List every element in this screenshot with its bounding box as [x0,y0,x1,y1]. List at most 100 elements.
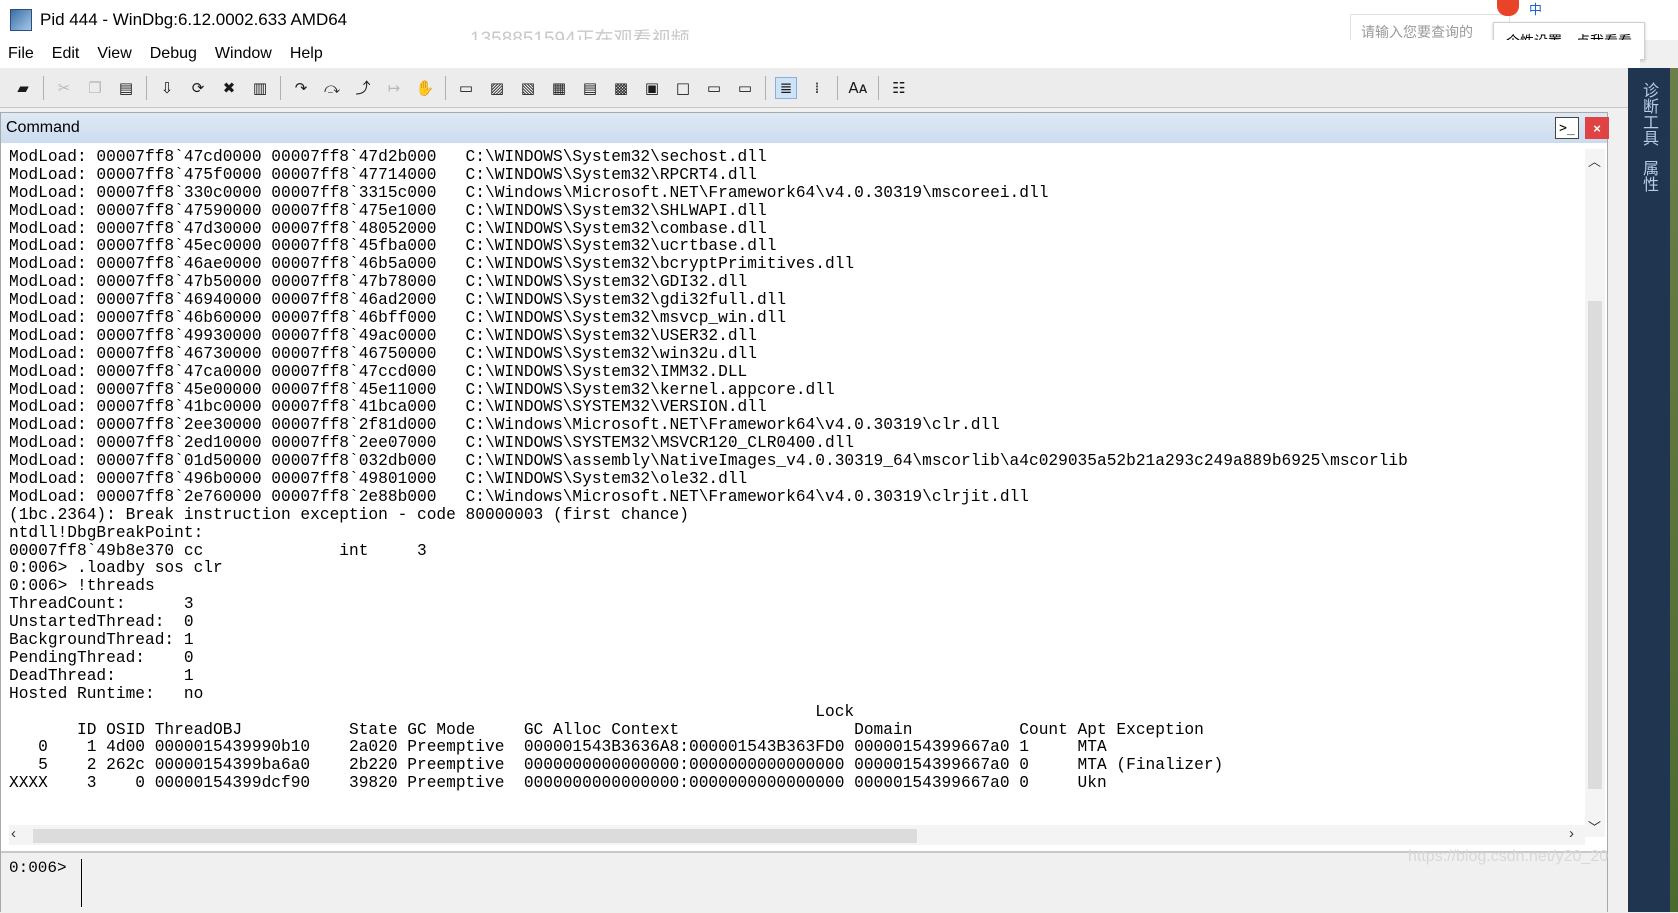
command-input-area: 0:006> [1,851,1607,913]
hex-display-icon[interactable]: ⁞ [806,77,828,99]
toolbar-separator [837,75,838,100]
ime-toolbar[interactable]: 中 [1497,0,1678,18]
font-icon[interactable]: Aᴀ [847,77,869,99]
scroll-up-icon[interactable]: ︿ [1588,151,1601,170]
command-window-icon[interactable]: ▭ [455,77,477,99]
output-line: ModLoad: 00007ff8`45e00000 00007ff8`45e1… [9,380,835,399]
scroll-down-icon[interactable]: ﹀ [1588,817,1601,836]
terminal-icon[interactable]: >_ [1555,117,1579,139]
disassembly-window-icon[interactable]: ▣ [641,77,663,99]
scroll-left-icon[interactable]: ‹ [11,825,16,842]
windbg-app-icon [10,9,32,31]
output-line: ModLoad: 00007ff8`496b0000 00007ff8`4980… [9,470,748,489]
registers-window-icon[interactable]: ▦ [548,77,570,99]
output-line: Hosted Runtime: no [9,684,204,703]
command-window: Command >_ × ModLoad: 00007ff8`47cd0000 … [0,112,1609,913]
command-output: ModLoad: 00007ff8`47cd0000 00007ff8`47d2… [9,149,1584,837]
output-line: UnstartedThread: 0 [9,613,194,632]
menu-window[interactable]: Window [215,45,272,63]
close-icon[interactable]: × [1585,117,1609,139]
properties-tab[interactable]: 属性 [1636,160,1660,192]
right-tool-strip: 诊断工具 属性 [1628,68,1670,912]
source-mode-icon[interactable]: ▭ [734,77,756,99]
output-line: XXXX 3 0 00000154399dcf90 39820 Preempti… [9,774,1107,793]
output-line: ModLoad: 00007ff8`47590000 00007ff8`475e… [9,201,767,220]
menu-view[interactable]: View [97,45,131,63]
output-line: ModLoad: 00007ff8`45ec0000 00007ff8`45fb… [9,237,777,256]
step-into-icon[interactable]: ↷ [290,77,312,99]
break-icon[interactable]: ▥ [249,77,271,99]
output-line: ThreadCount: 3 [9,595,194,614]
menu-debug[interactable]: Debug [150,45,197,63]
breakpoint-hand-icon[interactable]: ✋ [414,77,436,99]
memory-window-icon[interactable]: ▤ [579,77,601,99]
diagnostic-tools-tab[interactable]: 诊断工具 [1636,82,1660,146]
output-line: ModLoad: 00007ff8`46730000 00007ff8`4675… [9,344,757,363]
output-line: ModLoad: 00007ff8`2ed10000 00007ff8`2ee0… [9,434,855,453]
output-line: ModLoad: 00007ff8`46940000 00007ff8`46ad… [9,291,787,310]
output-line: ModLoad: 00007ff8`49930000 00007ff8`49ac… [9,326,757,345]
horizontal-scrollbar[interactable]: ‹ › [9,825,1585,845]
output-line: ID OSID ThreadOBJ State GC Mode GC Alloc… [9,720,1204,739]
cut-icon[interactable]: ✂ [53,77,75,99]
vertical-scrollbar[interactable]: ︿ ﹀ [1585,149,1605,837]
output-line: 5 2 262c 00000154399ba6a0 2b220 Preempti… [9,756,1224,775]
vertical-scroll-thumb[interactable] [1588,301,1602,789]
toolbar-separator [146,75,147,100]
menu-help[interactable]: Help [290,45,323,63]
output-line: (1bc.2364): Break instruction exception … [9,505,689,524]
output-line: 00007ff8`49b8e370 cc int 3 [9,541,427,560]
stop-debugging-icon[interactable]: ✖ [218,77,240,99]
output-line: ModLoad: 00007ff8`2ee30000 00007ff8`2f81… [9,416,1000,435]
command-window-header: Command >_ × [1,113,1609,143]
menu-file[interactable]: File [8,45,34,63]
call-stack-window-icon[interactable]: ▩ [610,77,632,99]
ime-mode-label[interactable]: 中 [1529,0,1542,18]
output-line: PendingThread: 0 [9,648,194,667]
step-out-icon[interactable]: ⤴ [352,77,374,99]
paste-icon[interactable]: ▤ [115,77,137,99]
toolbar-separator [445,75,446,100]
step-over-icon[interactable]: ⤼ [321,77,343,99]
command-prompt: 0:006> [9,859,67,877]
toolbar-separator [43,75,44,100]
output-line: 0 1 4d00 0000015439990b10 2a020 Preempti… [9,738,1107,757]
options-icon[interactable]: ☷ [888,77,910,99]
blog-watermark: https://blog.csdn.net/y20_20 [1408,848,1609,865]
output-line: ModLoad: 00007ff8`41bc0000 00007ff8`41bc… [9,398,767,417]
output-line: ModLoad: 00007ff8`47ca0000 00007ff8`47cc… [9,362,748,381]
source-mode-toggle-icon[interactable]: ≣ [775,76,797,99]
window-title: Pid 444 - WinDbg:6.12.0002.633 AMD64 [40,10,348,29]
run-to-cursor-icon[interactable]: ↦ [383,77,405,99]
output-line: DeadThread: 1 [9,666,194,685]
open-icon[interactable]: ▰ [12,77,34,99]
menu-bar: File Edit View Debug Window Help [0,40,1640,68]
output-line: ModLoad: 00007ff8`47d30000 00007ff8`4805… [9,219,767,238]
output-line: Lock [9,702,855,721]
processes-threads-icon[interactable]: ▭ [703,77,725,99]
toolbar-separator [878,75,879,100]
command-input[interactable] [81,859,1570,907]
output-line: 0:006> .loadby sos clr [9,559,223,578]
go-icon[interactable]: ⇩ [156,77,178,99]
output-line: ModLoad: 00007ff8`47b50000 00007ff8`47b7… [9,273,748,292]
output-line: ModLoad: 00007ff8`475f0000 00007ff8`4771… [9,165,757,184]
copy-icon[interactable]: ❐ [84,77,106,99]
restart-icon[interactable]: ⟳ [187,77,209,99]
horizontal-scroll-thumb[interactable] [33,829,917,843]
locals-window-icon[interactable]: ▧ [517,77,539,99]
output-line: ModLoad: 00007ff8`2e760000 00007ff8`2e88… [9,487,1029,506]
right-edge-background [1670,68,1678,912]
menu-edit[interactable]: Edit [52,45,80,63]
output-line: ModLoad: 00007ff8`46b60000 00007ff8`46bf… [9,309,787,328]
output-line: ModLoad: 00007ff8`01d50000 00007ff8`032d… [9,452,1408,471]
toolbar-separator [765,75,766,100]
output-line: ntdll!DbgBreakPoint: [9,523,204,542]
output-line: ModLoad: 00007ff8`330c0000 00007ff8`3315… [9,183,1049,202]
watch-window-icon[interactable]: ▨ [486,77,508,99]
ime-logo-icon[interactable] [1497,0,1519,16]
toolbar: ▰ ✂ ❐ ▤ ⇩ ⟳ ✖ ▥ ↷ ⤼ ⤴ ↦ ✋ ▭ ▨ ▧ ▦ ▤ ▩ ▣ □ ▭ ▭ ≣ ⁞ Aᴀ ☷ [0,68,1640,108]
output-line: ModLoad: 00007ff8`47cd0000 00007ff8`47d2… [9,149,767,166]
scroll-right-icon[interactable]: › [1569,825,1574,842]
scratch-pad-icon[interactable]: □ [672,77,694,99]
